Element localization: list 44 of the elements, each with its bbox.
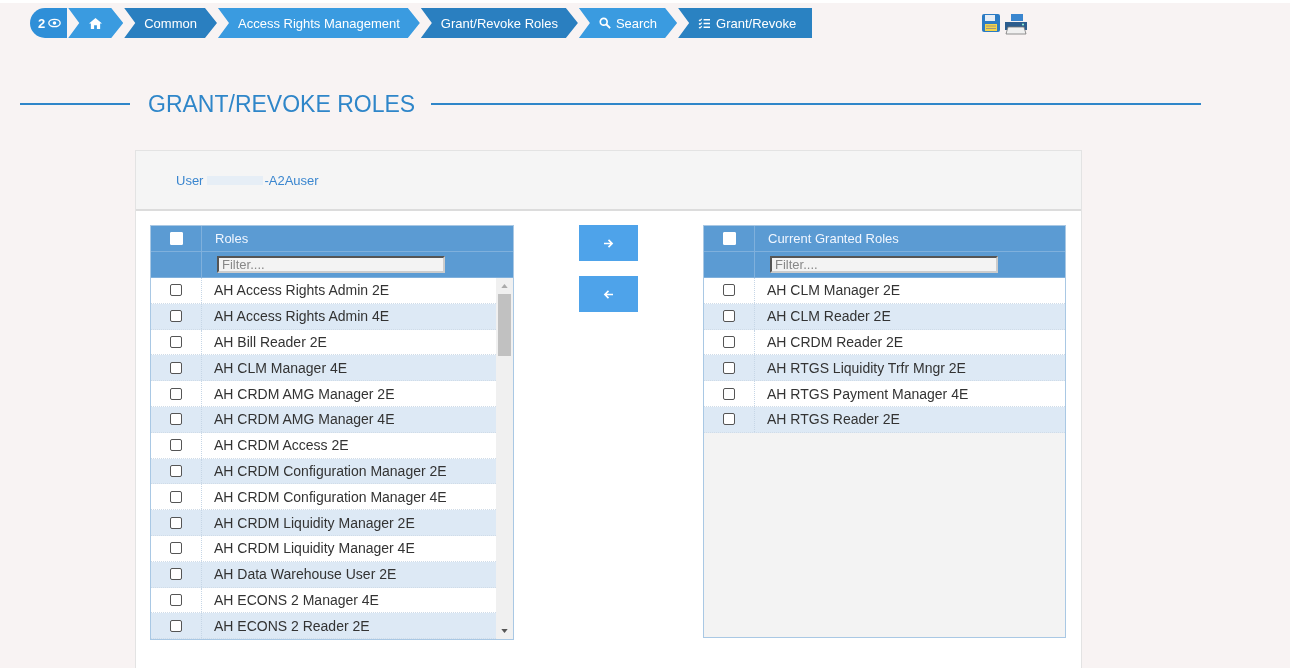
page-title: GRANT/REVOKE ROLES (148, 90, 416, 118)
breadcrumb-item[interactable]: Grant/Revoke (678, 8, 813, 38)
filter-field[interactable]: Filter.... (217, 256, 445, 273)
printer-icon[interactable] (1003, 13, 1030, 35)
filter-field[interactable]: Filter.... (770, 256, 998, 273)
right-arrow-icon (603, 238, 614, 248)
row-checkbox[interactable] (723, 310, 735, 323)
user-label: User (176, 172, 204, 188)
row-checkbox[interactable] (170, 542, 182, 555)
column-header: Roles (214, 230, 249, 248)
row-checkbox[interactable] (723, 387, 735, 400)
eye-icon (48, 18, 62, 28)
row-checkbox[interactable] (170, 284, 182, 297)
counter-number: 2 (38, 15, 46, 31)
row-checkbox[interactable] (170, 361, 182, 374)
user-name: -A2Auser (264, 172, 319, 188)
row-checkbox[interactable] (170, 387, 182, 400)
home-icon (88, 16, 104, 30)
checklist-icon (698, 17, 712, 29)
scroll-thumb[interactable] (498, 294, 511, 356)
row-checkbox[interactable] (170, 413, 182, 426)
breadcrumb-item[interactable] (68, 8, 124, 38)
save-icon[interactable] (981, 13, 1002, 33)
breadcrumb-item[interactable]: Common (124, 8, 217, 38)
scroll-down-icon[interactable] (501, 629, 508, 634)
row-checkbox[interactable] (170, 336, 182, 348)
row-checkbox[interactable] (170, 568, 182, 581)
row-checkbox[interactable] (170, 439, 182, 452)
left-arrow-icon (603, 289, 614, 299)
row-checkbox[interactable] (723, 284, 735, 297)
row-checkbox[interactable] (170, 310, 182, 323)
search-icon (598, 17, 611, 29)
row-checkbox[interactable] (170, 593, 182, 606)
row-checkbox[interactable] (723, 336, 735, 348)
row-checkbox[interactable] (723, 413, 735, 426)
select-all-checkbox[interactable] (169, 232, 183, 245)
select-all-checkbox[interactable] (722, 232, 736, 245)
column-header: Current Granted Roles (767, 230, 899, 248)
row-checkbox[interactable] (170, 516, 182, 529)
row-checkbox[interactable] (170, 619, 182, 632)
row-checkbox[interactable] (170, 464, 182, 477)
row-checkbox[interactable] (170, 490, 182, 503)
row-checkbox[interactable] (723, 361, 735, 374)
breadcrumb-item[interactable]: Grant/Revoke Roles (420, 8, 578, 38)
